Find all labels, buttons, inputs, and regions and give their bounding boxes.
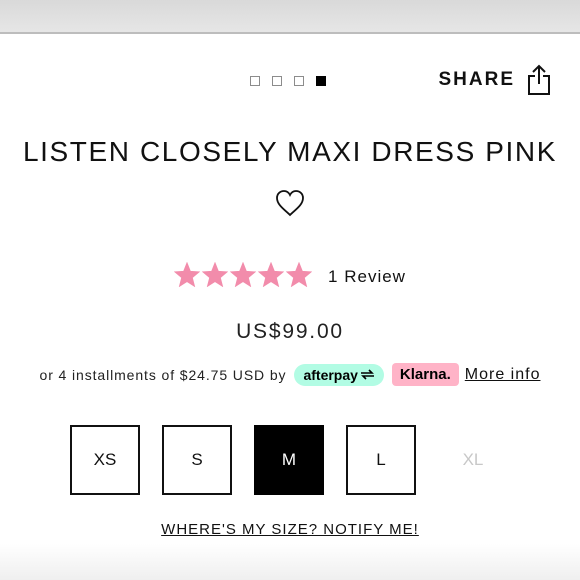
- gallery-pagination: [250, 76, 326, 88]
- size-option-l[interactable]: L: [346, 425, 416, 495]
- share-icon: [527, 64, 551, 96]
- rating-stars: [173, 261, 313, 292]
- klarna-badge[interactable]: Klarna.: [391, 363, 459, 386]
- star-icon: [285, 261, 313, 292]
- product-price: US$99.00: [236, 320, 344, 343]
- wishlist-heart-icon[interactable]: [275, 189, 305, 222]
- browser-top-bar: [0, 0, 580, 34]
- gallery-dot-2[interactable]: [272, 76, 282, 86]
- bottom-fade: [0, 544, 580, 580]
- size-option-xs[interactable]: XS: [70, 425, 140, 495]
- star-icon: [173, 261, 201, 292]
- afterpay-arrows-icon: [360, 367, 375, 383]
- product-rating: 1 Review: [0, 261, 580, 292]
- star-icon: [257, 261, 285, 292]
- afterpay-badge[interactable]: afterpay: [294, 363, 384, 386]
- review-count-link[interactable]: 1 Review: [328, 267, 406, 287]
- size-option-m[interactable]: M: [254, 425, 324, 495]
- size-option-xl: XL: [438, 425, 508, 495]
- product-title: LISTEN CLOSELY MAXI DRESS PINK: [22, 136, 557, 167]
- size-selector: XS S M L XL: [70, 425, 510, 495]
- share-label: SHARE: [438, 69, 515, 90]
- installments-text: or 4 installments of $24.75 USD by: [39, 366, 287, 383]
- notify-me-link[interactable]: WHERE'S MY SIZE? NOTIFY ME!: [0, 521, 580, 538]
- gallery-dot-3[interactable]: [294, 76, 304, 86]
- installments-row: or 4 installments of $24.75 USD by after…: [0, 363, 580, 386]
- gallery-dot-1[interactable]: [250, 76, 260, 86]
- gallery-dot-4[interactable]: [316, 76, 326, 86]
- size-option-s[interactable]: S: [162, 425, 232, 495]
- share-button[interactable]: SHARE: [438, 64, 551, 96]
- star-icon: [229, 261, 257, 292]
- star-icon: [201, 261, 229, 292]
- afterpay-label: afterpay: [303, 366, 358, 383]
- more-info-link[interactable]: More info: [465, 366, 541, 384]
